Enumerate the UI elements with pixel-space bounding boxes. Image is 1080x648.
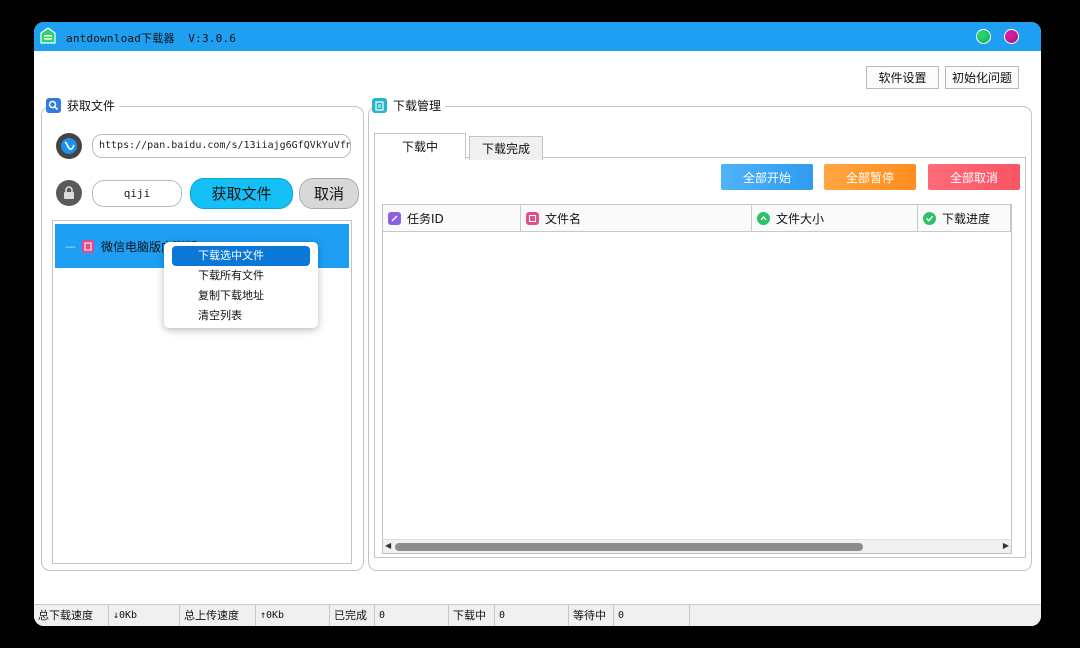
- window-title: antdownload下载器 V:3.0.6: [66, 32, 237, 45]
- id-icon: [388, 212, 401, 225]
- column-label: 任务ID: [407, 212, 444, 226]
- extract-code-input[interactable]: qiji: [92, 180, 182, 207]
- clipboard-icon: [372, 98, 387, 113]
- completed-value: 0: [375, 605, 449, 626]
- scrollbar-thumb[interactable]: [395, 543, 863, 551]
- globe-icon: [56, 133, 82, 159]
- check-icon: [923, 212, 936, 225]
- menu-item-download-all[interactable]: 下载所有文件: [172, 266, 310, 286]
- completed-label: 已完成: [330, 605, 375, 626]
- total-upload-label: 总上传速度: [180, 605, 256, 626]
- waiting-value: 0: [614, 605, 690, 626]
- status-bar: 总下载速度 ↓0Kb 总上传速度 ↑0Kb 已完成 0 下载中 0 等待中 0: [34, 604, 1041, 626]
- size-icon: [757, 212, 770, 225]
- total-upload-value: ↑0Kb: [256, 605, 330, 626]
- menu-item-download-selected[interactable]: 下载选中文件: [172, 246, 310, 266]
- column-file-name[interactable]: 文件名: [521, 205, 752, 232]
- table-header: 任务ID 文件名 文件大小 下载进度: [383, 205, 1011, 232]
- search-icon: [46, 98, 61, 113]
- pause-all-button[interactable]: 全部暂停: [824, 164, 916, 190]
- total-download-label: 总下载速度: [34, 605, 109, 626]
- fetch-panel-title: 获取文件: [67, 99, 116, 113]
- menu-item-clear-list[interactable]: 清空列表: [172, 306, 310, 326]
- file-icon: [82, 239, 94, 253]
- download-panel-header: 下载管理: [372, 97, 446, 114]
- total-download-value: ↓0Kb: [109, 605, 180, 626]
- column-label: 文件名: [545, 212, 582, 226]
- menu-item-copy-address[interactable]: 复制下载地址: [172, 286, 310, 306]
- downloading-label: 下载中: [449, 605, 495, 626]
- download-panel-title: 下载管理: [393, 99, 442, 113]
- reset-button[interactable]: 初始化问题: [945, 66, 1019, 89]
- file-icon: [526, 212, 539, 225]
- settings-button[interactable]: 软件设置: [866, 66, 939, 89]
- column-progress[interactable]: 下载进度: [918, 205, 1011, 232]
- column-label: 下载进度: [942, 212, 991, 226]
- horizontal-scrollbar[interactable]: ◀ ▶: [383, 539, 1011, 553]
- share-url-input[interactable]: https://pan.baidu.com/s/13iiajg6GfQVkYuV…: [92, 134, 351, 158]
- context-menu: 下载选中文件 下载所有文件 复制下载地址 清空列表: [164, 242, 318, 328]
- lock-icon: [56, 180, 82, 206]
- title-bar[interactable]: antdownload下载器 V:3.0.6: [34, 22, 1041, 51]
- column-label: 文件大小: [776, 212, 825, 226]
- scroll-left-icon[interactable]: ◀: [385, 541, 391, 550]
- close-button[interactable]: [1004, 29, 1019, 44]
- tab-downloading[interactable]: 下载中: [374, 133, 466, 159]
- fetch-files-button[interactable]: 获取文件: [190, 178, 293, 209]
- cancel-fetch-button[interactable]: 取消: [299, 178, 359, 209]
- app-logo-icon: [39, 27, 57, 45]
- minimize-button[interactable]: [976, 29, 991, 44]
- scroll-right-icon[interactable]: ▶: [1003, 541, 1009, 550]
- cancel-all-button[interactable]: 全部取消: [928, 164, 1020, 190]
- download-table[interactable]: 任务ID 文件名 文件大小 下载进度 ◀ ▶: [382, 204, 1012, 554]
- tab-completed[interactable]: 下载完成: [469, 136, 543, 160]
- column-task-id[interactable]: 任务ID: [383, 205, 521, 232]
- tree-connector: —: [65, 239, 76, 253]
- start-all-button[interactable]: 全部开始: [721, 164, 813, 190]
- app-window: antdownload下载器 V:3.0.6 软件设置 初始化问题 获取文件 h…: [34, 22, 1041, 626]
- fetch-panel-header: 获取文件: [46, 97, 120, 114]
- waiting-label: 等待中: [569, 605, 614, 626]
- downloading-value: 0: [495, 605, 569, 626]
- column-file-size[interactable]: 文件大小: [752, 205, 918, 232]
